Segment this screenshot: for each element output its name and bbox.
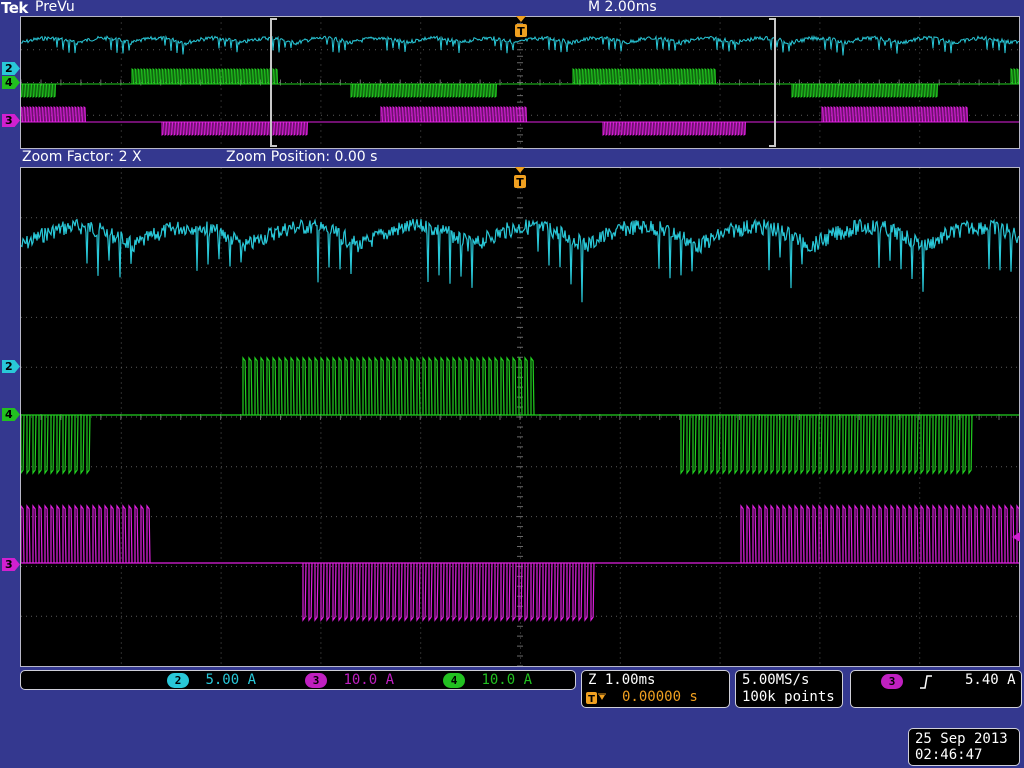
ch4-scale-readout[interactable]: 4 10.0 A	[443, 672, 532, 688]
brand-logo: Tek	[1, 0, 28, 17]
trigger-delay-glyph: T	[588, 694, 595, 705]
trigger-position-overview-icon: T	[515, 16, 527, 38]
ch3-scale: 10.0 A	[343, 672, 395, 688]
ch2-zoom-marker[interactable]: 2	[2, 360, 20, 373]
top-status-bar: Tek PreVu M 2.00ms	[0, 0, 1024, 17]
sample-rate: 5.00MS/s	[742, 672, 810, 688]
trigger-level-icon	[1010, 532, 1020, 542]
ch4-chip: 4	[443, 672, 465, 688]
ch3-scale-readout[interactable]: 3 10.0 A	[305, 672, 394, 688]
ch2-chip: 2	[167, 672, 189, 688]
zoom-position-label: Zoom Position: 0.00 s	[226, 149, 378, 165]
datetime-panel: 25 Sep 2013 02:46:47	[908, 728, 1020, 766]
ch4-zoom-marker[interactable]: 4	[2, 408, 20, 421]
zoom-waveform-window[interactable]	[20, 167, 1020, 667]
ch2-trace	[21, 218, 1019, 303]
trigger-level: 5.40 A	[965, 672, 1016, 688]
timebase-readout[interactable]: M 2.00ms	[588, 0, 657, 15]
trigger-position: 0.00000 s	[622, 689, 698, 705]
record-length: 100k points	[742, 689, 835, 705]
zoom-graticule	[21, 168, 1019, 666]
ch3-zoom-marker[interactable]: 3	[2, 558, 20, 571]
trigger-overview-glyph: T	[517, 25, 525, 38]
acquisition-mode: PreVu	[35, 0, 75, 15]
ch3-chip: 3	[305, 672, 327, 688]
trigger-delay-icon: T	[586, 691, 610, 705]
rising-edge-icon	[919, 674, 933, 690]
zoom-scale: Z 1.00ms	[588, 672, 656, 688]
acquisition-panel[interactable]: 5.00MS/s 100k points	[735, 670, 843, 708]
zoom-factor-label: Zoom Factor: 2 X	[22, 149, 142, 165]
ch4-zoom-trace	[21, 356, 1019, 475]
trigger-zoom-glyph: T	[516, 176, 524, 189]
time: 02:46:47	[915, 747, 983, 763]
trigger-source-chip: 3	[881, 674, 903, 689]
ch4-overview-marker[interactable]: 4	[2, 76, 20, 89]
ch4-scale: 10.0 A	[481, 672, 533, 688]
date: 25 Sep 2013	[915, 731, 1008, 747]
ch3-overview-marker[interactable]: 3	[2, 114, 20, 127]
horizontal-panel[interactable]: Z 1.00ms T 0.00000 s	[581, 670, 730, 708]
ch2-overview-marker[interactable]: 2	[2, 62, 20, 75]
trigger-panel[interactable]: 3 5.40 A	[850, 670, 1022, 708]
channel-scale-panel: 2 5.00 A 3 10.0 A 4 10.0 A	[20, 670, 576, 690]
ch2-scale: 5.00 A	[205, 672, 257, 688]
ch2-scale-readout[interactable]: 2 5.00 A	[167, 672, 256, 688]
trigger-position-zoom-icon: T	[514, 167, 526, 189]
